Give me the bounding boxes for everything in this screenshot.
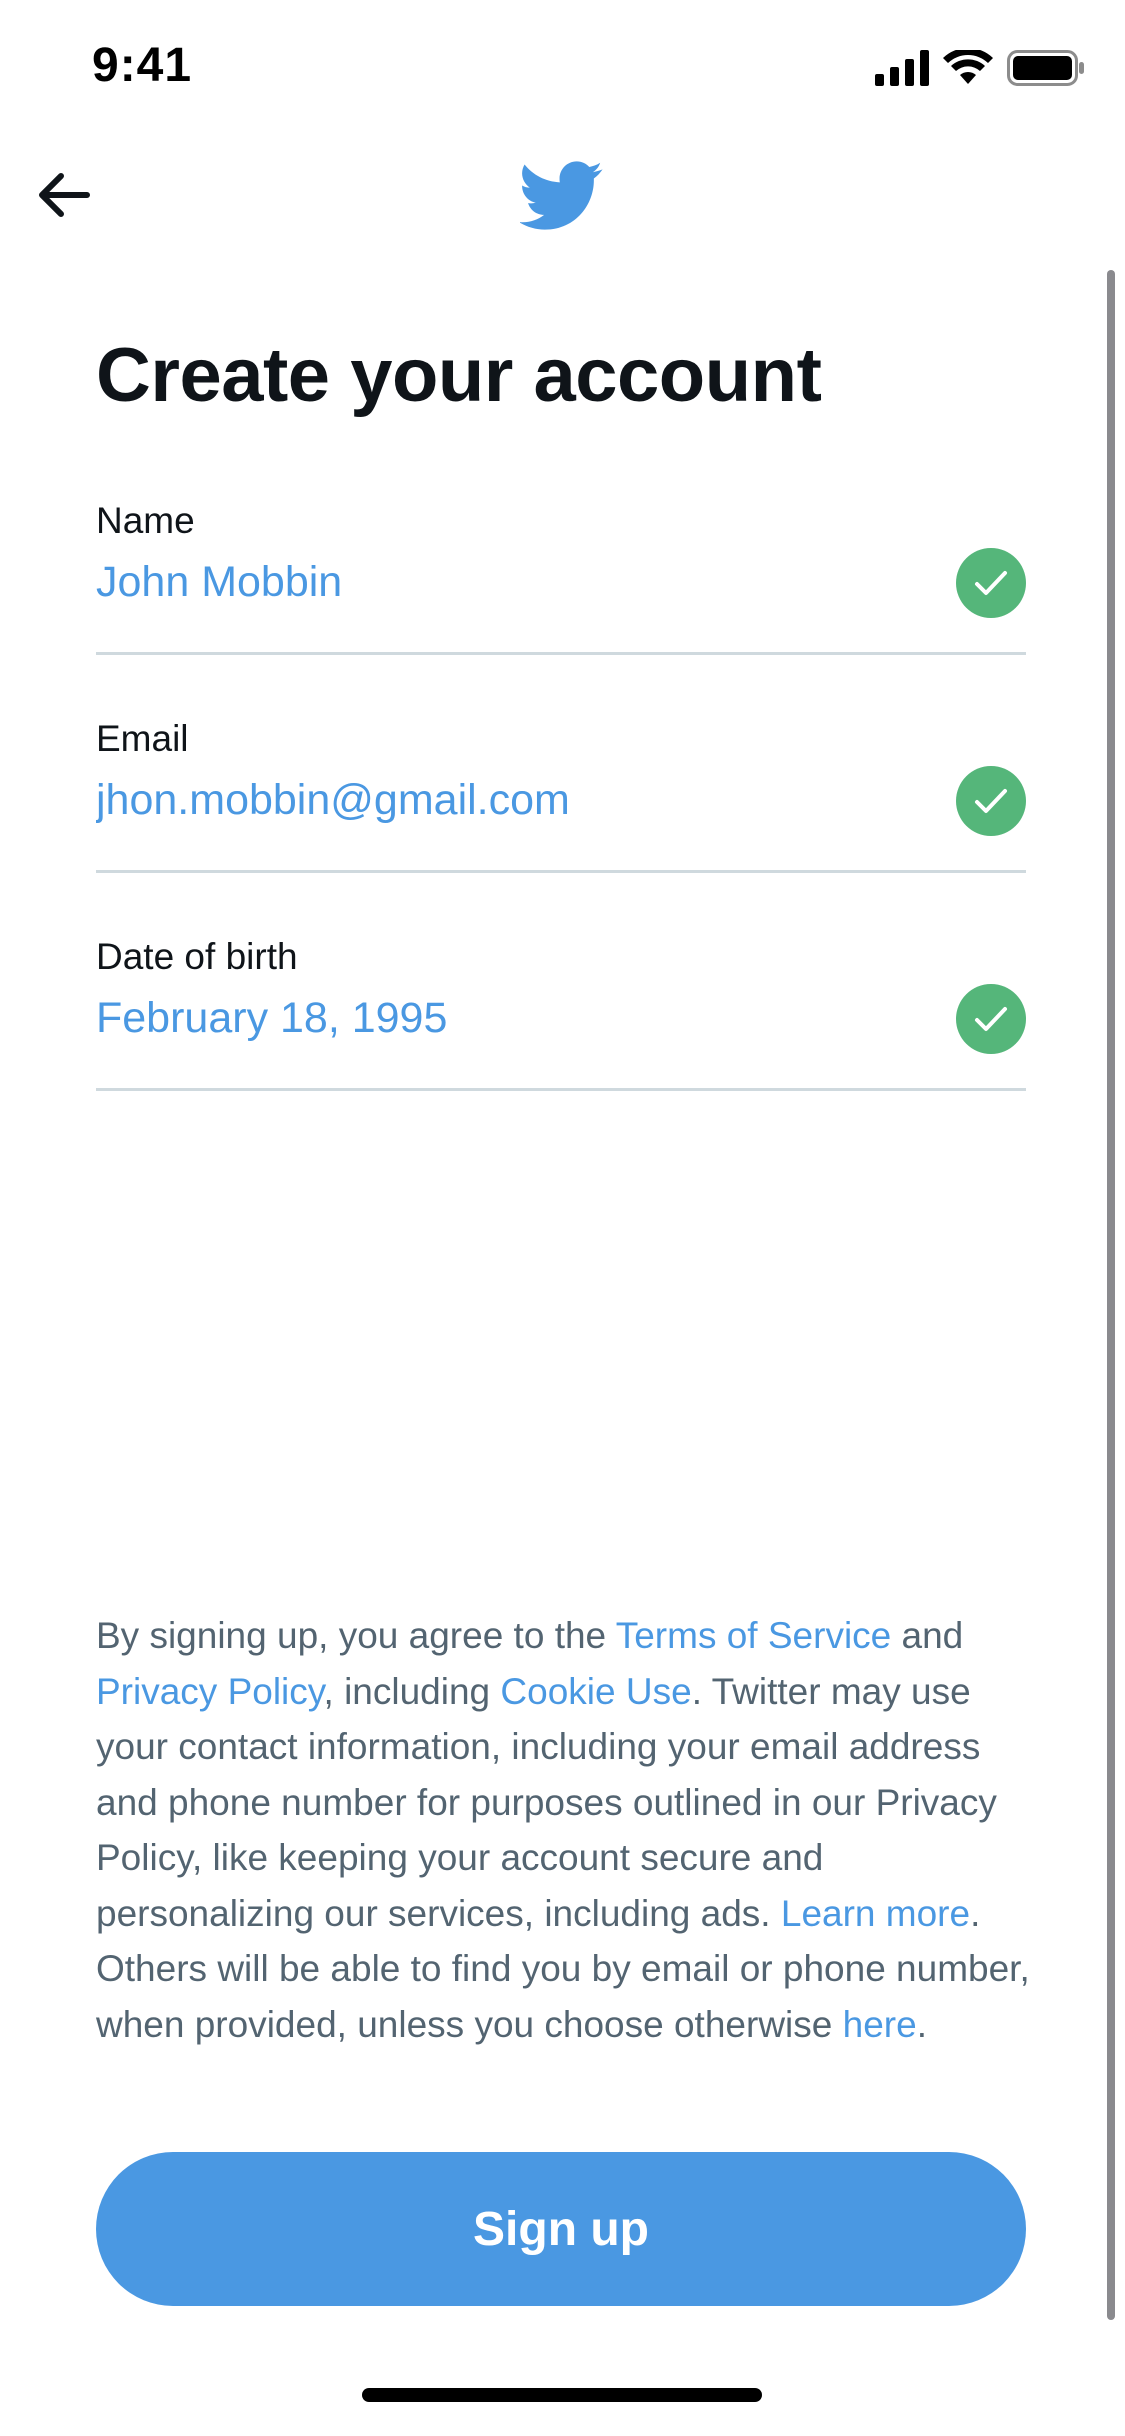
here-link[interactable]: here (843, 2004, 917, 2045)
nav-bar (0, 140, 1125, 250)
status-time: 9:41 (92, 39, 193, 92)
date-of-birth-field-value[interactable]: February 18, 1995 (96, 994, 916, 1043)
date-of-birth-field-label: Date of birth (96, 936, 298, 977)
name-field-label: Name (96, 500, 195, 541)
legal-text: . (916, 2003, 927, 2045)
back-button[interactable] (28, 160, 98, 230)
email-field-label: Email (96, 718, 189, 759)
twitter-bird-icon (518, 160, 604, 232)
legal-disclaimer: By signing up, you agree to the Terms of… (96, 1608, 1036, 2052)
privacy-policy-link[interactable]: Privacy Policy (96, 1671, 324, 1712)
date-of-birth-field[interactable]: Date of birth February 18, 1995 (96, 936, 1026, 1091)
status-bar: 9:41 (0, 0, 1125, 140)
learn-more-link[interactable]: Learn more (781, 1893, 970, 1934)
cellular-signal-icon (875, 50, 929, 86)
sign-up-button[interactable]: Sign up (96, 2152, 1026, 2306)
wifi-icon (943, 50, 993, 84)
battery-icon (1007, 50, 1084, 86)
email-field-value[interactable]: jhon.mobbin@gmail.com (96, 776, 916, 825)
check-icon (956, 984, 1026, 1054)
page-title: Create your account (96, 333, 822, 418)
legal-text: , including (323, 1670, 501, 1712)
legal-text: and (891, 1615, 964, 1656)
terms-of-service-link[interactable]: Terms of Service (616, 1615, 892, 1656)
check-icon (956, 548, 1026, 618)
status-icons (875, 48, 1085, 88)
home-indicator[interactable] (362, 2388, 762, 2402)
arrow-left-icon (39, 173, 90, 217)
name-field-value[interactable]: John Mobbin (96, 558, 916, 607)
name-field[interactable]: Name John Mobbin (96, 500, 1026, 655)
check-icon (956, 766, 1026, 836)
cookie-use-link[interactable]: Cookie Use (500, 1671, 691, 1712)
email-field[interactable]: Email jhon.mobbin@gmail.com (96, 718, 1026, 873)
legal-text: By signing up, you agree to the (96, 1615, 616, 1656)
scroll-indicator[interactable] (1107, 270, 1115, 2320)
